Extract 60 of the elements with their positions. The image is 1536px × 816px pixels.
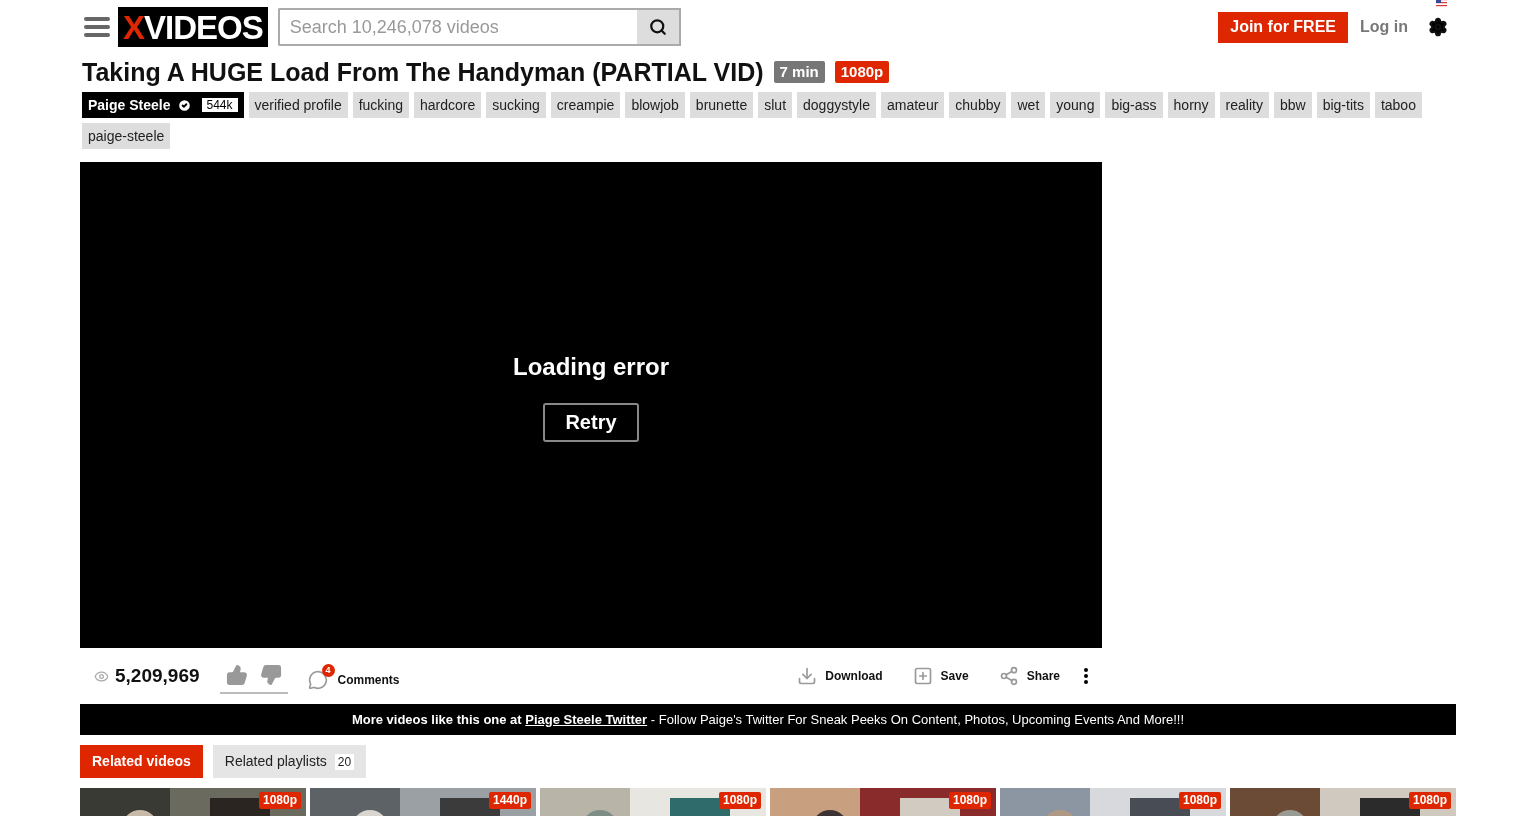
related-tab[interactable]: Related playlists 20	[212, 745, 367, 778]
tag-link[interactable]: doggystyle	[797, 92, 876, 118]
tag-link[interactable]: reality	[1219, 92, 1269, 118]
site-logo[interactable]: XVIDEOS	[118, 7, 268, 47]
tag-link[interactable]: slut	[758, 92, 793, 118]
quality-badge: 1440p	[488, 792, 531, 809]
tag-link[interactable]: horny	[1167, 92, 1215, 118]
quality-badge: 1080p	[834, 61, 890, 83]
tag-link[interactable]: creampie	[550, 92, 621, 118]
subscriber-count: 544k	[201, 98, 238, 112]
quality-badge: 1080p	[718, 792, 761, 809]
tag-link[interactable]: hardcore	[414, 92, 482, 118]
retry-button[interactable]: Retry	[543, 402, 639, 442]
duration-badge: 7 min	[773, 61, 825, 83]
tag-link[interactable]: amateur	[880, 92, 945, 118]
flag-icon[interactable]	[1436, 0, 1447, 7]
view-count: 5,209,969	[115, 663, 200, 688]
tag-link[interactable]: taboo	[1374, 92, 1422, 118]
related-tab[interactable]: Related videos	[80, 745, 203, 778]
save-button[interactable]: Save	[912, 666, 969, 686]
uploader-tag[interactable]: Paige Steele 544k	[82, 92, 244, 118]
download-button[interactable]: Download	[797, 666, 883, 686]
uploader-name: Paige Steele	[88, 95, 171, 115]
settings-icon[interactable]	[1428, 17, 1448, 37]
tag-link[interactable]: bbw	[1273, 92, 1312, 118]
more-button[interactable]	[1084, 668, 1088, 684]
tag-link[interactable]: wet	[1011, 92, 1046, 118]
twitter-link[interactable]: Piage Steele Twitter	[525, 711, 648, 727]
quality-badge: 1080p	[948, 792, 991, 809]
quality-badge: 1080p	[258, 792, 301, 809]
comments-link[interactable]: 4 Comments	[307, 662, 400, 690]
download-icon	[797, 666, 818, 686]
eye-icon	[94, 668, 109, 684]
tag-link[interactable]: sucking	[486, 92, 546, 118]
share-button[interactable]: Share	[998, 666, 1060, 686]
quality-badge: 1080p	[1408, 792, 1451, 809]
thumbs-down-icon[interactable]	[259, 664, 282, 686]
promo-text: More videos like this one at Piage Steele Twitter - Follow Paige's Twitter For Sneak Peeks On Content, Photos, Upcoming Events And More!!!	[351, 710, 1185, 729]
tag-link[interactable]: chubby	[949, 92, 1007, 118]
error-message: Loading error	[513, 351, 669, 382]
tag-link[interactable]: big-tits	[1316, 92, 1370, 118]
tag-link[interactable]: young	[1050, 92, 1101, 118]
plus-icon	[912, 666, 933, 686]
tag-link[interactable]: blowjob	[625, 92, 685, 118]
video-title: Taking A HUGE Load From The Handyman (PARTIAL VID)	[82, 57, 764, 88]
menu-button[interactable]	[84, 17, 110, 37]
tag-link[interactable]: brunette	[689, 92, 754, 118]
tag-link[interactable]: fucking	[352, 92, 410, 118]
thumbs-up-icon[interactable]	[225, 664, 248, 686]
quality-badge: 1080p	[1178, 792, 1221, 809]
tag-link[interactable]: verified profile	[248, 92, 348, 118]
tag-link[interactable]: paige-steele	[82, 123, 171, 149]
join-button[interactable]: Join for FREE	[1218, 11, 1348, 43]
more-icon	[1084, 668, 1088, 684]
video-player[interactable]: Loading error Retry	[80, 162, 1102, 648]
comment-count-badge: 4	[321, 664, 335, 677]
tag-link[interactable]: big-ass	[1105, 92, 1163, 118]
login-link[interactable]: Log in	[1360, 15, 1408, 39]
share-icon	[998, 666, 1019, 686]
playlist-count: 20	[334, 753, 355, 770]
